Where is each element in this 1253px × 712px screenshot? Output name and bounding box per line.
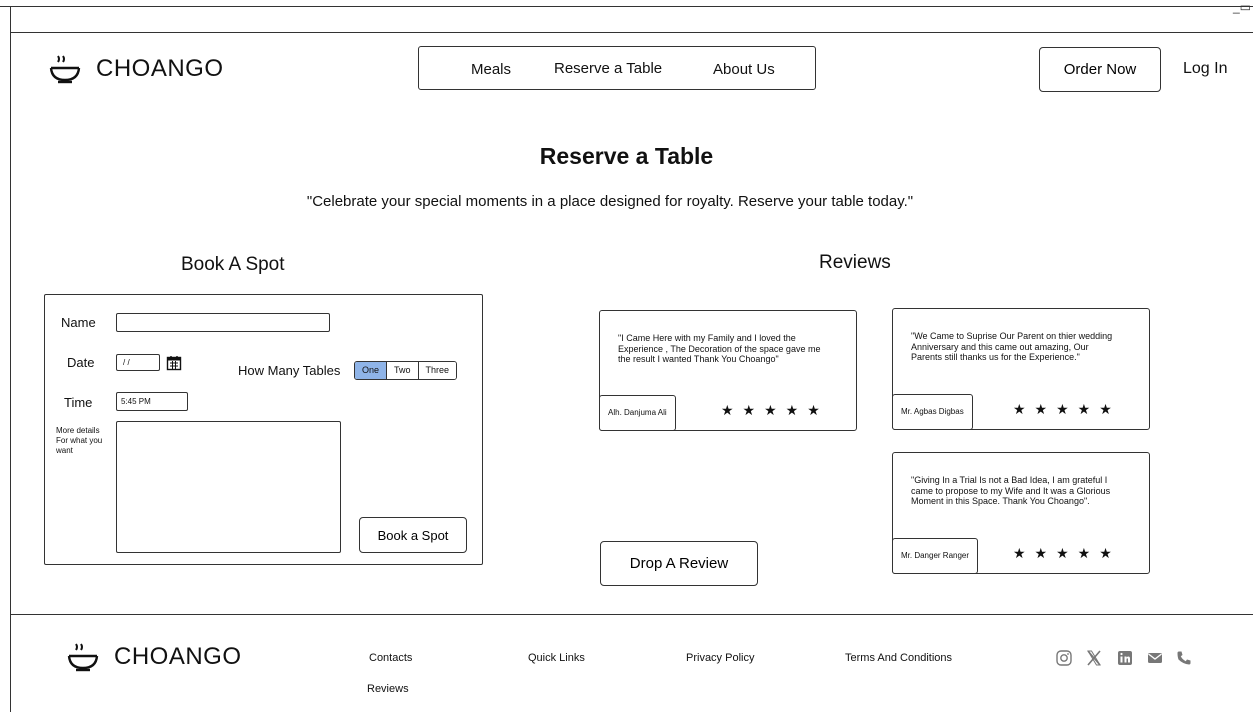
footer-logo[interactable]: CHOANGO (64, 642, 242, 672)
bowl-icon (67, 643, 99, 672)
footer-link-quick-links[interactable]: Quick Links (528, 652, 585, 664)
drop-review-button[interactable]: Drop A Review (600, 541, 758, 586)
brand-name: CHOANGO (96, 55, 224, 82)
review-author: Mr. Danger Ranger (892, 538, 979, 574)
brand-logo[interactable]: CHOANGO (46, 54, 224, 84)
brand-name: CHOANGO (114, 643, 242, 670)
footer-divider (10, 614, 1253, 615)
book-spot-button[interactable]: Book a Spot (359, 517, 467, 553)
details-textarea[interactable] (116, 421, 341, 553)
date-label: Date (67, 355, 95, 370)
footer-link-reviews[interactable]: Reviews (367, 683, 409, 695)
review-card: "We Came to Suprise Our Parent on thier … (892, 308, 1150, 430)
instagram-icon[interactable] (1055, 649, 1073, 667)
review-card: "I Came Here with my Family and I loved … (599, 310, 857, 431)
time-label: Time (64, 395, 93, 410)
footer-link-contacts[interactable]: Contacts (369, 652, 412, 664)
tables-selector: One Two Three (354, 361, 458, 380)
window-titlebar-divider (10, 32, 1253, 33)
review-text: "Giving In a Trial Is not a Bad Idea, I … (911, 475, 1111, 506)
booking-heading: Book A Spot (181, 254, 285, 275)
review-text: "I Came Here with my Family and I loved … (618, 333, 821, 364)
mail-icon[interactable] (1146, 649, 1164, 667)
phone-icon[interactable] (1175, 649, 1193, 667)
x-icon[interactable] (1085, 649, 1103, 667)
review-author: Alh. Danjuma Ali (599, 395, 676, 431)
table-option-three[interactable]: Three (418, 362, 457, 379)
name-label: Name (61, 315, 96, 330)
nav-item-reserve-table[interactable]: Reserve a Table (554, 60, 662, 77)
review-author: Mr. Agbas Digbas (892, 394, 973, 430)
footer-link-privacy-policy[interactable]: Privacy Policy (686, 652, 754, 664)
name-input[interactable] (116, 313, 330, 332)
order-now-button[interactable]: Order Now (1039, 47, 1161, 92)
window-top-border (0, 6, 1253, 7)
time-input[interactable]: 5:45 PM (116, 392, 188, 411)
window-controls[interactable]: _▭ (1233, 0, 1251, 14)
login-link[interactable]: Log In (1183, 60, 1227, 78)
review-stars: ★★★★★ (721, 402, 829, 418)
review-stars: ★★★★★ (1013, 545, 1121, 561)
window-left-border (10, 6, 11, 712)
footer-link-terms[interactable]: Terms And Conditions (845, 652, 952, 664)
table-option-one[interactable]: One (355, 362, 388, 379)
page-tagline: "Celebrate your special moments in a pla… (306, 193, 914, 210)
date-input[interactable]: / / (116, 354, 160, 371)
review-text: "We Came to Suprise Our Parent on thier … (911, 331, 1113, 362)
bowl-icon (49, 55, 81, 84)
calendar-icon[interactable] (166, 355, 182, 371)
review-card: "Giving In a Trial Is not a Bad Idea, I … (892, 452, 1150, 574)
linkedin-icon[interactable] (1116, 649, 1134, 667)
review-stars: ★★★★★ (1013, 401, 1121, 417)
details-label: More details For what you want (56, 426, 103, 455)
reviews-heading: Reviews (819, 252, 891, 273)
main-nav: Meals Reserve a Table About Us (418, 46, 816, 90)
tables-label: How Many Tables (238, 363, 341, 378)
nav-item-meals[interactable]: Meals (471, 61, 511, 78)
table-option-two[interactable]: Two (387, 362, 419, 379)
page-title: Reserve a Table (539, 143, 714, 169)
nav-item-about-us[interactable]: About Us (713, 61, 775, 78)
